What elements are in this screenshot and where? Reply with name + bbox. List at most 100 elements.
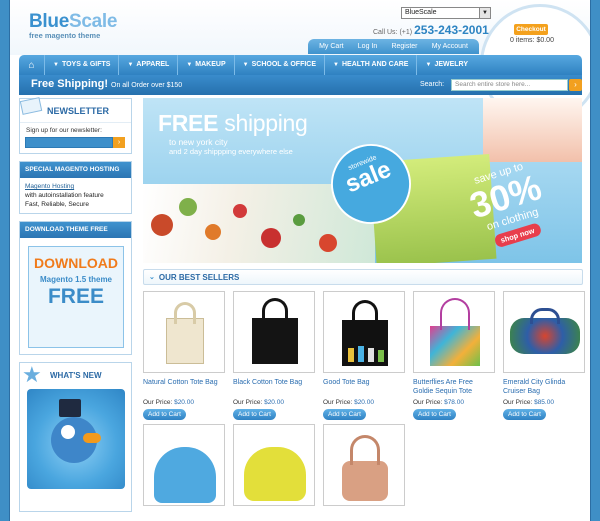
product-name[interactable]: Butterflies Are Free Goldie Sequin Tote xyxy=(413,379,495,396)
phone-number: 253-243-2001 xyxy=(414,23,489,37)
newsletter-submit-button[interactable]: › xyxy=(113,137,125,148)
nav-item-toys-gifts[interactable]: ▼ TOYS & GIFTS xyxy=(45,55,120,75)
link-my-cart[interactable]: My Cart xyxy=(319,43,344,50)
hosting-box: SPECIAL MAGENTO HOSTING Magento Hosting … xyxy=(19,161,132,214)
download-version: Magento 1.5 theme xyxy=(39,275,112,284)
nav-item-school-office[interactable]: ▼ SCHOOL & OFFICE xyxy=(235,55,326,75)
sidebar: NEWSLETTER Sign up for our newsletter: ›… xyxy=(19,97,132,519)
home-icon[interactable]: ⌂ xyxy=(19,55,45,75)
whats-new-image[interactable] xyxy=(27,389,125,489)
chevron-down-icon: ▼ xyxy=(53,62,59,68)
logo-part1: Blue xyxy=(29,11,69,32)
store-select[interactable]: BlueScale ▼ xyxy=(401,7,491,19)
banner-shipping: shipping xyxy=(224,110,308,136)
product-grid: Natural Cotton Tote Bag Our Price: $20.0… xyxy=(143,291,585,506)
banner-subtext: to new york city and 2 day shippping eve… xyxy=(169,138,293,157)
product-image[interactable] xyxy=(233,291,315,373)
add-to-cart-button[interactable]: Add to Cart xyxy=(323,409,366,420)
hosting-line2: with autoinstallation feature xyxy=(25,192,104,199)
product-image[interactable] xyxy=(323,291,405,373)
product-card: Good Tote Bag Our Price: $20.00 Add to C… xyxy=(323,291,405,420)
chevron-down-icon: ⌄ xyxy=(149,274,155,281)
newsletter-title: NEWSLETTER xyxy=(47,106,109,116)
bird-eye xyxy=(61,425,75,439)
price-value: $20.00 xyxy=(354,399,374,406)
store-select-value: BlueScale xyxy=(405,9,437,16)
chevron-down-icon: ▼ xyxy=(127,62,134,68)
nav-item-jewelry[interactable]: ▼ JEWELRY xyxy=(417,55,476,75)
price-label: Our Price: xyxy=(323,399,353,406)
chevron-down-icon: ▼ xyxy=(186,62,193,68)
star-icon: ★ xyxy=(22,362,42,387)
banner-line2: and 2 day shippping everywhere else xyxy=(169,147,293,156)
product-image[interactable] xyxy=(323,424,405,506)
product-card xyxy=(323,424,405,506)
nav-item-health-care[interactable]: ▼ HEALTH AND CARE xyxy=(325,55,418,75)
download-word: DOWNLOAD xyxy=(34,255,118,271)
price-value: $20.00 xyxy=(264,399,284,406)
whats-new-box: ★ WHAT'S NEW xyxy=(19,362,132,512)
nav-item-label: JEWELRY xyxy=(434,61,469,68)
banner-free-shipping: FREE shipping xyxy=(158,110,308,137)
price-label: Our Price: xyxy=(233,399,263,406)
checkout-button[interactable]: Checkout xyxy=(514,24,548,35)
link-log-in[interactable]: Log In xyxy=(358,43,377,50)
main-nav: ⌂ ▼ TOYS & GIFTS ▼ APPAREL ▼ MAKEUP ▼ SCHOOL… xyxy=(19,55,582,75)
product-name[interactable]: Good Tote Bag xyxy=(323,379,405,396)
price-label: Our Price: xyxy=(503,399,533,406)
logo[interactable]: BlueScale free magento theme xyxy=(29,12,117,40)
newsletter-text: Sign up for our newsletter: xyxy=(26,127,102,134)
download-free: FREE xyxy=(47,285,104,308)
product-image[interactable] xyxy=(143,291,225,373)
free-shipping-detail: On all Order over $150 xyxy=(111,82,183,89)
add-to-cart-button[interactable]: Add to Cart xyxy=(233,409,276,420)
add-to-cart-button[interactable]: Add to Cart xyxy=(503,409,546,420)
search-label: Search: xyxy=(420,81,445,88)
product-card: Butterflies Are Free Goldie Sequin Tote … xyxy=(413,291,495,420)
logo-tagline: free magento theme xyxy=(29,31,101,40)
product-price: Our Price: $20.00 xyxy=(323,399,405,406)
price-label: Our Price: xyxy=(143,399,173,406)
promo-banner[interactable]: FREE shipping to new york city and 2 day… xyxy=(143,98,582,263)
header: BlueScale free magento theme BlueScale ▼… xyxy=(10,0,590,124)
banner-toys-image xyxy=(483,98,582,162)
free-shipping-notice: Free Shipping! On all Order over $150 xyxy=(31,78,182,90)
chevron-down-icon[interactable]: ▼ xyxy=(479,8,490,18)
product-name[interactable]: Natural Cotton Tote Bag xyxy=(143,379,225,396)
product-image[interactable] xyxy=(233,424,315,506)
nav-item-apparel[interactable]: ▼ APPAREL xyxy=(119,55,179,75)
hosting-title: SPECIAL MAGENTO HOSTING xyxy=(20,162,131,178)
envelope-icon xyxy=(19,97,43,115)
download-theme-banner[interactable]: DOWNLOAD Magento 1.5 theme FREE xyxy=(28,246,124,348)
add-to-cart-button[interactable]: Add to Cart xyxy=(413,409,456,420)
nav-item-label: HEALTH AND CARE xyxy=(341,61,409,68)
product-name[interactable]: Emerald City Glinda Cruiser Bag xyxy=(503,379,585,396)
product-card: Black Cotton Tote Bag Our Price: $20.00 … xyxy=(233,291,315,420)
product-image[interactable] xyxy=(143,424,225,506)
best-sellers-title: OUR BEST SELLERS xyxy=(158,272,240,282)
cart-summary[interactable]: 0 items: $0.00 xyxy=(510,37,554,44)
link-register[interactable]: Register xyxy=(391,43,417,50)
product-price: Our Price: $20.00 xyxy=(233,399,315,406)
add-to-cart-button[interactable]: Add to Cart xyxy=(143,409,186,420)
nav-item-label: TOYS & GIFTS xyxy=(61,61,111,68)
sub-bar: Free Shipping! On all Order over $150 Sea… xyxy=(19,75,582,95)
top-links: My Cart Log In Register My Account xyxy=(308,39,479,54)
nav-item-makeup[interactable]: ▼ MAKEUP xyxy=(178,55,235,75)
link-my-account[interactable]: My Account xyxy=(432,43,468,50)
hosting-link[interactable]: Magento Hosting xyxy=(25,182,126,191)
free-shipping-title: Free Shipping! xyxy=(31,78,108,90)
price-value: $85.00 xyxy=(534,399,554,406)
search-input[interactable]: Search entire store here... xyxy=(451,79,568,91)
product-image[interactable] xyxy=(413,291,495,373)
product-image[interactable] xyxy=(503,291,585,373)
newsletter-box: NEWSLETTER Sign up for our newsletter: › xyxy=(19,97,132,154)
product-price: Our Price: $85.00 xyxy=(503,399,585,406)
search-icon[interactable]: › xyxy=(569,79,582,91)
newsletter-email-input[interactable] xyxy=(25,137,113,148)
call-label: Call Us: (+1) xyxy=(373,29,413,36)
price-value: $78.00 xyxy=(444,399,464,406)
product-card: Emerald City Glinda Cruiser Bag Our Pric… xyxy=(503,291,585,420)
main-content: FREE shipping to new york city and 2 day… xyxy=(143,98,585,506)
product-name[interactable]: Black Cotton Tote Bag xyxy=(233,379,315,396)
